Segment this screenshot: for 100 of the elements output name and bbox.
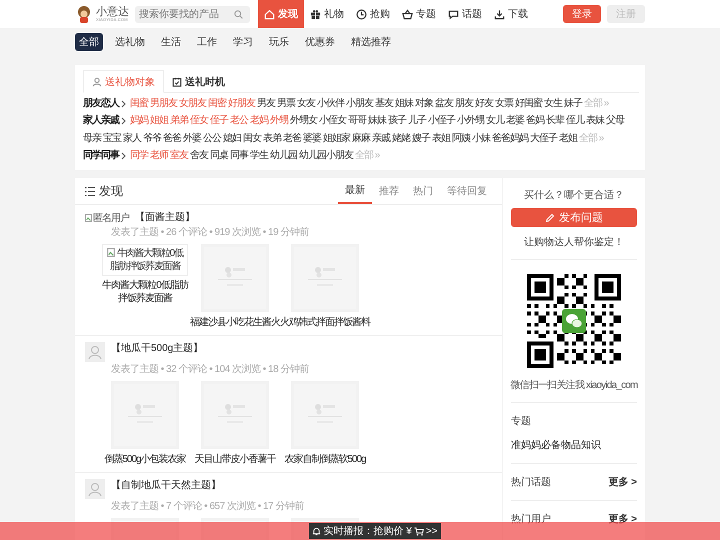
live-ticker[interactable]: 实时播报：抢购价 ¥ >> bbox=[309, 523, 441, 539]
tag-link[interactable]: 盆友 bbox=[435, 97, 453, 111]
tag-link[interactable]: 家人 bbox=[123, 132, 141, 146]
product-caption[interactable]: 福建沙县小吃花生酱火 bbox=[190, 316, 280, 329]
tag-link[interactable]: 阿姨 bbox=[452, 132, 470, 146]
product-caption[interactable]: 农家自制倒蒸软500g bbox=[284, 453, 366, 466]
post-title[interactable]: 【地瓜干500g主题】 bbox=[111, 342, 204, 356]
sort-tab[interactable]: 热门 bbox=[406, 178, 440, 204]
tag-link[interactable]: 幼儿园小朋友 bbox=[299, 149, 353, 163]
sort-tab[interactable]: 推荐 bbox=[372, 178, 406, 204]
tag-link[interactable]: 朋友 bbox=[455, 97, 473, 111]
nav-tab[interactable]: 专题 bbox=[396, 0, 442, 28]
tag-link[interactable]: 女朋友 bbox=[179, 97, 206, 111]
post-title[interactable]: 【面酱主题】 bbox=[135, 211, 195, 225]
tag-link[interactable]: 女生 bbox=[544, 97, 562, 111]
tag-link[interactable]: 老爸 bbox=[283, 132, 301, 146]
tag-link[interactable]: 好友 bbox=[475, 97, 493, 111]
nav-tab[interactable]: 礼物 bbox=[304, 0, 350, 28]
tag-link[interactable]: 表姐 bbox=[432, 132, 450, 146]
tag-link[interactable]: 亲戚 bbox=[372, 132, 390, 146]
tag-link[interactable]: 老公 bbox=[230, 114, 248, 128]
tag-link[interactable]: 小伙伴 bbox=[317, 97, 344, 111]
tag-link[interactable]: 侄儿 bbox=[566, 114, 584, 128]
tag-link[interactable]: 姐姐 bbox=[150, 114, 168, 128]
tag-link[interactable]: 爸爸妈妈 bbox=[492, 132, 528, 146]
tag-link[interactable]: 姥姥 bbox=[392, 132, 410, 146]
tag-link[interactable]: 老师 bbox=[150, 149, 168, 163]
nav-tab[interactable]: 发现 bbox=[258, 0, 304, 28]
tag-link[interactable]: 老姐 bbox=[559, 132, 577, 146]
tag-link[interactable]: 闺蜜 bbox=[130, 97, 148, 111]
post-title[interactable]: 【自制地瓜干天然主题】 bbox=[111, 479, 221, 493]
tag-link[interactable]: 小侄子 bbox=[428, 114, 455, 128]
tag-link[interactable]: 外婆 bbox=[183, 132, 201, 146]
tag-link[interactable]: 外甥 bbox=[270, 114, 288, 128]
tag-link[interactable]: 表弟 bbox=[263, 132, 281, 146]
tag-link[interactable]: 基友 bbox=[375, 97, 393, 111]
tag-link[interactable]: 舍友 bbox=[190, 149, 208, 163]
tag-link[interactable]: 好朋友 bbox=[228, 97, 255, 111]
tag-link[interactable]: 妈妈 bbox=[130, 114, 148, 128]
tag-link[interactable]: 姐妹 bbox=[395, 97, 413, 111]
product-caption[interactable]: 倒蒸500g小包装农家 bbox=[104, 453, 186, 466]
tag-link[interactable]: 好闺蜜 bbox=[515, 97, 542, 111]
tag-link[interactable]: 老婆 bbox=[506, 114, 524, 128]
tag-link[interactable]: 儿子 bbox=[408, 114, 426, 128]
tag-link[interactable]: 同事 bbox=[230, 149, 248, 163]
tag-link[interactable]: 同桌 bbox=[210, 149, 228, 163]
tag-link[interactable]: 表妹 bbox=[586, 114, 604, 128]
tag-link[interactable]: 姐姐家 bbox=[323, 132, 350, 146]
product-caption[interactable]: 天目山带皮小香薯干 bbox=[194, 453, 276, 466]
category-tab[interactable]: 工作 bbox=[193, 32, 221, 50]
tag-link[interactable]: 妹子 bbox=[564, 97, 582, 111]
tag-link[interactable]: 小妹 bbox=[472, 132, 490, 146]
tag-link[interactable]: 大侄子 bbox=[530, 132, 557, 146]
tag-link[interactable]: 哥哥 bbox=[348, 114, 366, 128]
login-button[interactable]: 登录 bbox=[563, 5, 601, 23]
more-link[interactable]: 更多 > bbox=[608, 477, 637, 489]
tag-link[interactable]: 爸妈 bbox=[526, 114, 544, 128]
nav-tab[interactable]: 话题 bbox=[442, 0, 488, 28]
tag-link[interactable]: 母亲 bbox=[83, 132, 101, 146]
tag-link[interactable]: 孩子 bbox=[388, 114, 406, 128]
tag-link[interactable]: 宝宝 bbox=[103, 132, 121, 146]
tag-link[interactable]: 闺女 bbox=[243, 132, 261, 146]
tag-link[interactable]: 老妈 bbox=[250, 114, 268, 128]
tag-link[interactable]: 学生 bbox=[250, 149, 268, 163]
tag-link[interactable]: 闺密 bbox=[208, 97, 226, 111]
tag-link[interactable]: 弟弟 bbox=[170, 114, 188, 128]
tag-link[interactable]: 麻麻 bbox=[352, 132, 370, 146]
tag-link[interactable]: 媳妇 bbox=[223, 132, 241, 146]
sort-tab[interactable]: 等待回复 bbox=[440, 178, 494, 204]
tag-link[interactable]: 对象 bbox=[415, 97, 433, 111]
tag-link[interactable]: 小侄女 bbox=[319, 114, 346, 128]
tag-link[interactable]: 小外甥 bbox=[457, 114, 484, 128]
filter-tab[interactable]: 送礼物对象 bbox=[83, 70, 164, 93]
category-tab[interactable]: 精选推荐 bbox=[347, 32, 395, 50]
tag-link[interactable]: 同学 bbox=[130, 149, 148, 163]
tag-link[interactable]: 长辈 bbox=[546, 114, 564, 128]
tag-link[interactable]: 幼儿园 bbox=[270, 149, 297, 163]
nav-tab[interactable]: 抢购 bbox=[350, 0, 396, 28]
tag-link[interactable]: 男友 bbox=[257, 97, 275, 111]
product-caption[interactable]: 火鸡韩式拌面拌饭酱料 bbox=[280, 316, 370, 329]
tag-link[interactable]: 小朋友 bbox=[346, 97, 373, 111]
tag-link[interactable]: 父母 bbox=[606, 114, 624, 128]
tag-link[interactable]: 侄子 bbox=[210, 114, 228, 128]
category-tab[interactable]: 选礼物 bbox=[111, 32, 149, 50]
tag-link[interactable]: 嫂子 bbox=[412, 132, 430, 146]
tag-link[interactable]: 爸爸 bbox=[163, 132, 181, 146]
topic-link[interactable]: 准妈妈必备物品知识 bbox=[511, 440, 637, 452]
tag-link[interactable]: 妹妹 bbox=[368, 114, 386, 128]
category-tab[interactable]: 生活 bbox=[157, 32, 185, 50]
category-tab[interactable]: 优惠券 bbox=[301, 32, 339, 50]
ask-question-button[interactable]: 发布问题 bbox=[511, 208, 637, 227]
tag-link[interactable]: 男票 bbox=[277, 97, 295, 111]
tag-link[interactable]: 女友 bbox=[297, 97, 315, 111]
sort-tab[interactable]: 最新 bbox=[338, 178, 372, 204]
tag-link[interactable]: 公公 bbox=[203, 132, 221, 146]
nav-tab[interactable]: 下载 bbox=[488, 0, 534, 28]
category-tab[interactable]: 全部 bbox=[75, 32, 103, 50]
category-tab[interactable]: 玩乐 bbox=[265, 32, 293, 50]
filter-tab[interactable]: 送礼时机 bbox=[164, 70, 233, 93]
tag-link[interactable]: 女儿 bbox=[486, 114, 504, 128]
